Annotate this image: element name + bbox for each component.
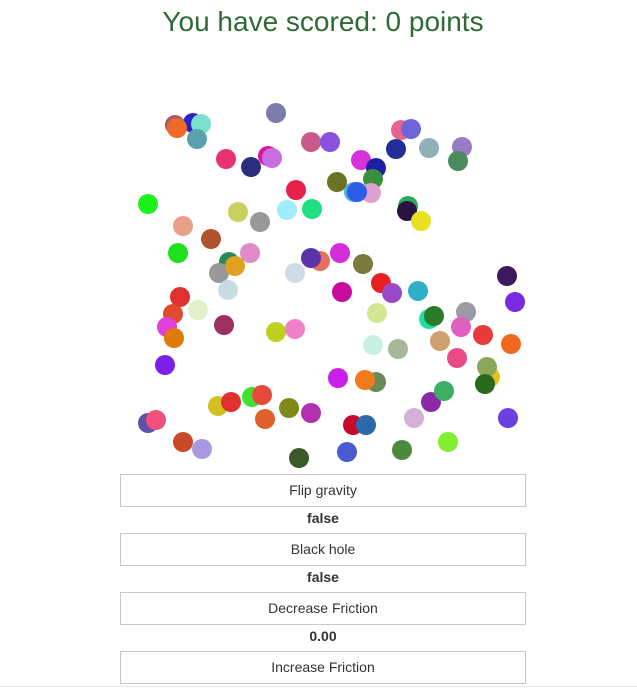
ball[interactable]	[392, 440, 412, 460]
ball[interactable]	[252, 385, 272, 405]
ball[interactable]	[214, 315, 234, 335]
ball[interactable]	[382, 283, 402, 303]
ball[interactable]	[221, 392, 241, 412]
black-hole-button[interactable]: Black hole	[120, 533, 526, 566]
ball[interactable]	[228, 202, 248, 222]
ball[interactable]	[255, 409, 275, 429]
ball[interactable]	[475, 374, 495, 394]
ball[interactable]	[498, 408, 518, 428]
ball[interactable]	[167, 118, 187, 138]
ball[interactable]	[451, 317, 471, 337]
ball[interactable]	[356, 415, 376, 435]
ball[interactable]	[434, 381, 454, 401]
flip-gravity-value: false	[307, 510, 339, 526]
black-hole-value: false	[307, 569, 339, 585]
increase-friction-button[interactable]: Increase Friction	[120, 651, 526, 684]
ball[interactable]	[279, 398, 299, 418]
score-text: You have scored: 0 points	[162, 6, 484, 37]
ball[interactable]	[347, 182, 367, 202]
ball[interactable]	[505, 292, 525, 312]
ball[interactable]	[302, 199, 322, 219]
ball[interactable]	[424, 306, 444, 326]
ball[interactable]	[353, 254, 373, 274]
ball[interactable]	[138, 194, 158, 214]
ball[interactable]	[332, 282, 352, 302]
ball[interactable]	[438, 432, 458, 452]
ball[interactable]	[447, 348, 467, 368]
ball[interactable]	[355, 370, 375, 390]
ball[interactable]	[262, 148, 282, 168]
game-board[interactable]	[0, 0, 637, 689]
ball[interactable]	[301, 132, 321, 152]
ball[interactable]	[289, 448, 309, 468]
ball[interactable]	[367, 303, 387, 323]
ball[interactable]	[168, 243, 188, 263]
ball[interactable]	[188, 300, 208, 320]
friction-value: 0.00	[309, 628, 337, 644]
ball[interactable]	[386, 139, 406, 159]
ball[interactable]	[320, 132, 340, 152]
ball[interactable]	[337, 442, 357, 462]
ball[interactable]	[285, 319, 305, 339]
ball[interactable]	[419, 138, 439, 158]
ball[interactable]	[408, 281, 428, 301]
ball[interactable]	[218, 280, 238, 300]
ball[interactable]	[330, 243, 350, 263]
ball[interactable]	[266, 322, 286, 342]
ball[interactable]	[155, 355, 175, 375]
ball[interactable]	[146, 410, 166, 430]
flip-gravity-button[interactable]: Flip gravity	[120, 474, 526, 507]
ball[interactable]	[404, 408, 424, 428]
ball[interactable]	[277, 200, 297, 220]
ball[interactable]	[285, 263, 305, 283]
ball[interactable]	[266, 103, 286, 123]
ball[interactable]	[301, 403, 321, 423]
ball[interactable]	[411, 211, 431, 231]
ball[interactable]	[216, 149, 236, 169]
ball[interactable]	[201, 229, 221, 249]
ball[interactable]	[448, 151, 468, 171]
ball[interactable]	[473, 325, 493, 345]
decrease-friction-button[interactable]: Decrease Friction	[120, 592, 526, 625]
ball[interactable]	[328, 368, 348, 388]
ball[interactable]	[173, 216, 193, 236]
ball[interactable]	[192, 439, 212, 459]
ball[interactable]	[173, 432, 193, 452]
ball[interactable]	[501, 334, 521, 354]
ball[interactable]	[301, 248, 321, 268]
ball[interactable]	[401, 119, 421, 139]
bottom-divider	[0, 686, 637, 687]
ball[interactable]	[187, 129, 207, 149]
ball[interactable]	[430, 331, 450, 351]
ball[interactable]	[286, 180, 306, 200]
ball[interactable]	[164, 328, 184, 348]
ball[interactable]	[497, 266, 517, 286]
ball[interactable]	[250, 212, 270, 232]
ball[interactable]	[388, 339, 408, 359]
ball[interactable]	[363, 335, 383, 355]
ball[interactable]	[225, 256, 245, 276]
